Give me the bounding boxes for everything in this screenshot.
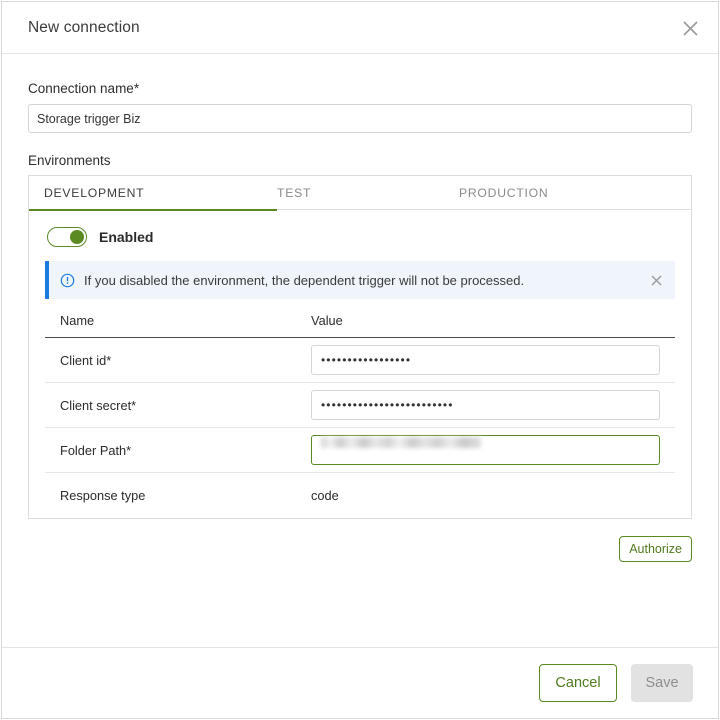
- dialog-body: Connection name* Environments DEVELOPMEN…: [2, 54, 718, 647]
- response-type-value: code: [311, 487, 339, 503]
- tab-development[interactable]: DEVELOPMENT: [29, 176, 277, 211]
- page-title: New connection: [28, 18, 140, 36]
- authorize-row: Authorize: [28, 535, 692, 562]
- banner-close-icon[interactable]: [645, 269, 667, 291]
- row-label-client-secret: Client secret*: [45, 382, 311, 428]
- table-row: Response type code: [45, 473, 675, 518]
- info-banner: If you disabled the environment, the dep…: [45, 261, 675, 299]
- table-header-row: Name Value: [45, 313, 675, 338]
- cancel-button[interactable]: Cancel: [539, 664, 617, 702]
- row-label-client-id: Client id*: [45, 337, 311, 383]
- new-connection-dialog: New connection Connection name* Environm…: [1, 1, 719, 719]
- table-row: Folder Path*: [45, 427, 675, 473]
- environments-label: Environments: [28, 153, 111, 168]
- tab-panel-development: Enabled If you disabled the environment,…: [29, 210, 691, 518]
- row-label-response-type: Response type: [60, 487, 146, 503]
- client-id-input[interactable]: [311, 345, 660, 375]
- row-label-folder-path: Folder Path*: [45, 427, 311, 473]
- enabled-toggle[interactable]: [47, 227, 87, 247]
- dialog-footer: Cancel Save: [2, 647, 718, 718]
- table-row: Client id*: [45, 337, 675, 383]
- redacted-value: [321, 437, 481, 448]
- connection-name-input[interactable]: [28, 104, 692, 133]
- enabled-toggle-row: Enabled: [47, 222, 675, 252]
- save-button[interactable]: Save: [631, 664, 693, 702]
- dialog-header: New connection: [2, 2, 718, 54]
- folder-path-input[interactable]: [311, 435, 660, 465]
- close-icon[interactable]: [673, 11, 707, 45]
- info-banner-text: If you disabled the environment, the dep…: [84, 272, 525, 288]
- table-row: Client secret*: [45, 382, 675, 428]
- info-circle-icon: [60, 273, 75, 288]
- tab-test[interactable]: TEST: [277, 176, 459, 210]
- column-header-value: Value: [311, 313, 675, 338]
- environments-tab-card: DEVELOPMENT TEST PRODUCTION Enabled If y…: [28, 175, 692, 519]
- environment-tabs: DEVELOPMENT TEST PRODUCTION: [29, 176, 691, 211]
- enabled-toggle-label: Enabled: [99, 229, 154, 245]
- tab-production[interactable]: PRODUCTION: [459, 176, 659, 210]
- authorize-button[interactable]: Authorize: [619, 535, 692, 562]
- credentials-table: Name Value Client id* Client secret*: [45, 313, 675, 518]
- client-secret-input[interactable]: [311, 390, 660, 420]
- column-header-name: Name: [45, 313, 311, 338]
- toggle-knob: [70, 230, 84, 244]
- connection-name-label: Connection name*: [28, 81, 140, 96]
